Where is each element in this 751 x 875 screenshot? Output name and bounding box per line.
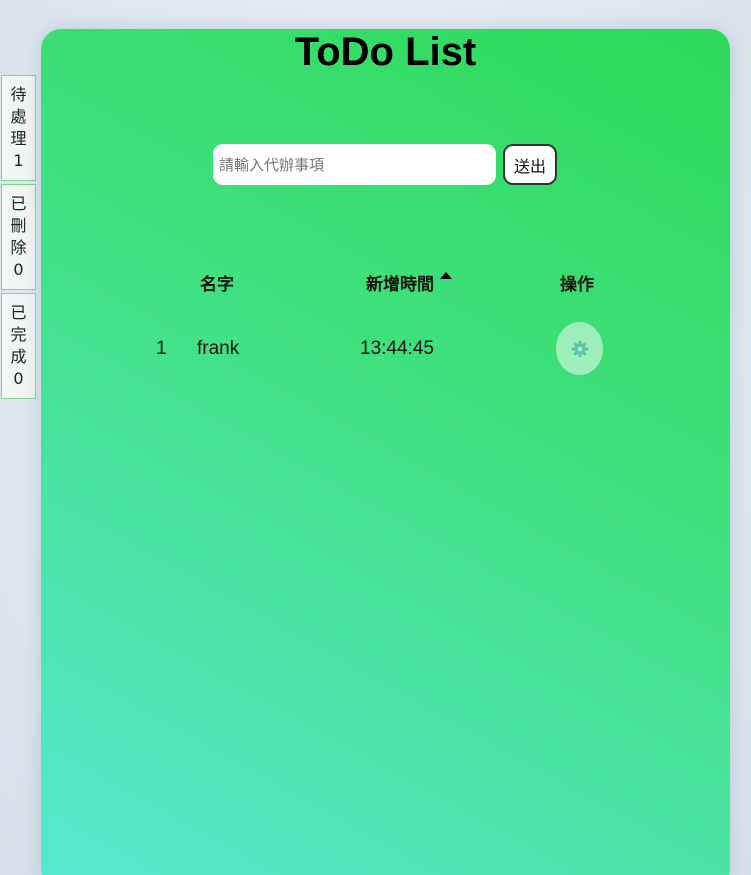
tab-label-char: 處 — [10, 107, 27, 126]
row-index: 1 — [156, 338, 167, 359]
tab-label-char: 成 — [10, 347, 27, 366]
sidebar-tab-pending[interactable]: 待 處 理 1 — [1, 75, 36, 181]
column-header-action: 操作 — [560, 270, 594, 295]
row-settings-button[interactable] — [556, 322, 603, 375]
row-name: frank — [197, 338, 240, 359]
tab-label-char: 已 — [10, 303, 27, 322]
tab-label-char: 理 — [10, 129, 27, 148]
page: 待 處 理 1 已 刪 除 0 已 完 成 0 ToDo List 送出 名字 … — [0, 0, 751, 875]
column-header-label: 操作 — [560, 275, 594, 295]
column-header-label: 新增時間 — [366, 275, 434, 295]
todo-input[interactable] — [213, 144, 496, 185]
gear-icon — [571, 340, 588, 357]
column-header-time[interactable]: 新增時間 — [366, 270, 452, 295]
column-header-name[interactable]: 名字 — [200, 270, 234, 295]
submit-button[interactable]: 送出 — [503, 144, 557, 185]
tab-label-char: 完 — [10, 325, 27, 344]
tab-label-char: 已 — [10, 194, 27, 213]
row-time: 13:44:45 — [360, 338, 434, 359]
tab-label-char: 除 — [10, 238, 27, 257]
sidebar-tab-deleted[interactable]: 已 刪 除 0 — [1, 184, 36, 290]
sidebar-tab-completed[interactable]: 已 完 成 0 — [1, 293, 36, 399]
todo-card: ToDo List 送出 名字 新增時間 操作 1 frank 13:44:45 — [41, 29, 730, 875]
page-title: ToDo List — [294, 30, 477, 74]
tab-count: 1 — [13, 151, 24, 170]
tab-label-char: 待 — [10, 85, 27, 104]
tab-label-char: 刪 — [10, 216, 27, 235]
sort-ascending-icon — [440, 272, 452, 279]
tab-count: 0 — [13, 369, 24, 388]
column-header-label: 名字 — [200, 275, 234, 295]
tab-count: 0 — [13, 260, 24, 279]
